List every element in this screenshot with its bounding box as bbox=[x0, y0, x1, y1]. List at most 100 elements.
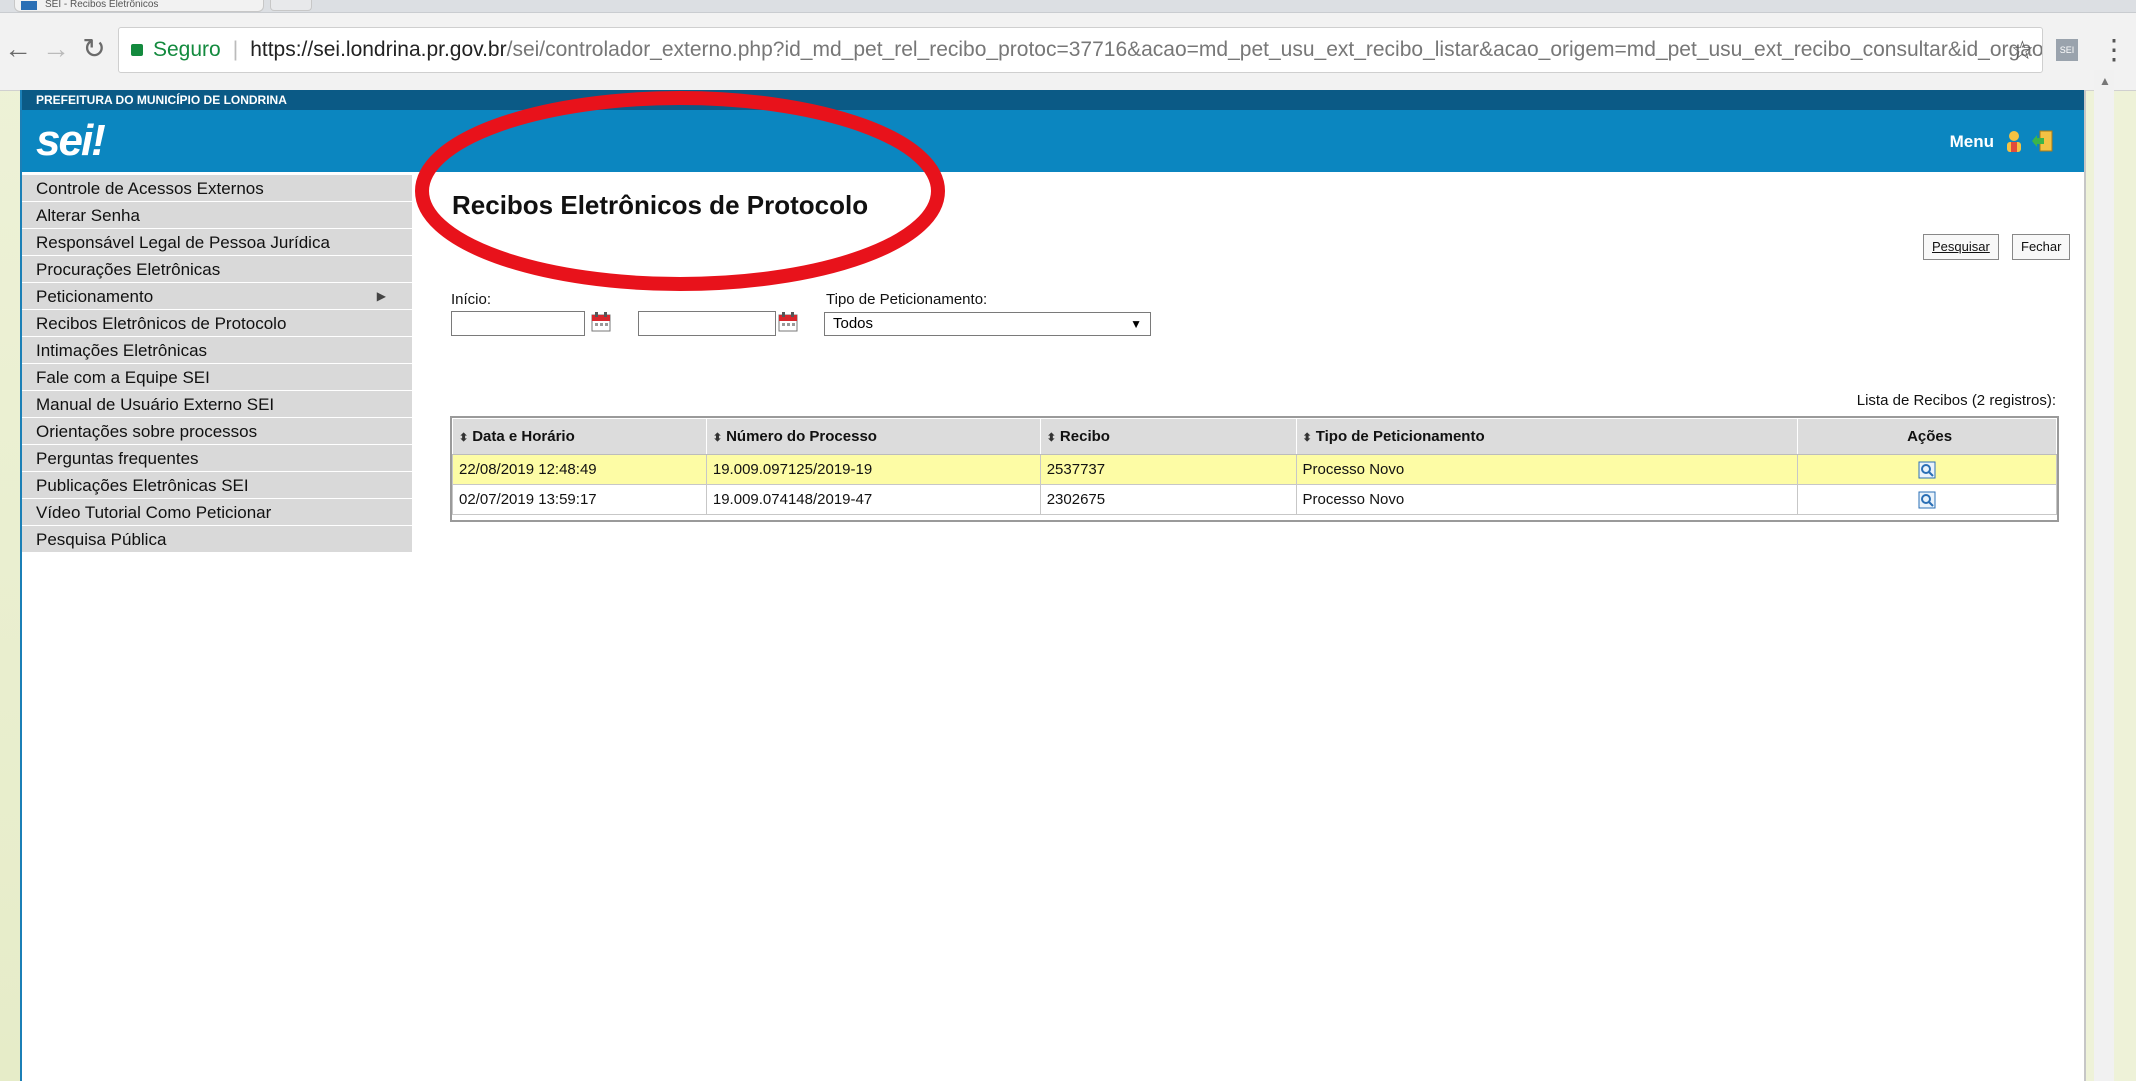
close-button-label: Fechar bbox=[2021, 239, 2062, 254]
sidebar-item-perguntas[interactable]: Perguntas frequentes bbox=[22, 445, 412, 472]
browser-tab[interactable]: SEI - Recibos Eletrônicos bbox=[14, 0, 264, 12]
table-row[interactable]: 22/08/2019 12:48:49 19.009.097125/2019-1… bbox=[452, 454, 2057, 485]
header-banner: sei! Menu bbox=[22, 110, 2084, 172]
table-header-row: ⬍ Data e Horário ⬍ Número do Processo ⬍ Rec… bbox=[452, 418, 2057, 455]
org-name: PREFEITURA DO MUNICÍPIO DE LONDRINA bbox=[22, 90, 2084, 110]
bookmark-star-icon[interactable]: ☆ bbox=[2011, 28, 2034, 72]
menu-link[interactable]: Menu bbox=[1950, 132, 1994, 152]
petition-type-value: Todos bbox=[833, 315, 874, 332]
page-background bbox=[0, 0, 20, 1081]
sidebar-item-label: Pesquisa Pública bbox=[36, 530, 167, 549]
calendar-icon[interactable] bbox=[591, 312, 611, 332]
sei-favicon-icon bbox=[21, 1, 37, 10]
scroll-up-arrow-icon[interactable]: ▲ bbox=[2099, 74, 2111, 88]
column-header-label: Número do Processo bbox=[726, 428, 877, 445]
column-header-type[interactable]: ⬍ Tipo de Peticionamento bbox=[1295, 418, 1799, 455]
lock-icon bbox=[131, 44, 143, 56]
end-date-input[interactable] bbox=[638, 311, 776, 336]
close-button[interactable]: Fechar bbox=[2012, 234, 2071, 260]
reload-icon[interactable]: ↻ bbox=[76, 31, 112, 67]
column-header-date[interactable]: ⬍ Data e Horário bbox=[452, 418, 707, 455]
search-button-label: Pesquisar bbox=[1932, 239, 1990, 254]
url-path: /sei/controlador_externo.php?id_md_pet_r… bbox=[506, 38, 2043, 61]
tab-title: SEI - Recibos Eletrônicos bbox=[45, 0, 159, 10]
column-header-process[interactable]: ⬍ Número do Processo bbox=[705, 418, 1041, 455]
sei-extension-icon[interactable]: SEI bbox=[2056, 39, 2078, 61]
sidebar-item-label: Peticionamento bbox=[36, 287, 154, 306]
sort-icon[interactable]: ⬍ bbox=[713, 432, 722, 444]
petition-type-label: Tipo de Peticionamento: bbox=[826, 291, 988, 308]
sidebar-item-procuracoes[interactable]: Procurações Eletrônicas bbox=[22, 256, 412, 283]
user-icon[interactable] bbox=[2004, 130, 2024, 152]
start-date-label: Início: bbox=[451, 291, 492, 308]
search-button[interactable]: Pesquisar bbox=[1923, 234, 1999, 260]
sidebar-item-video-tutorial[interactable]: Vídeo Tutorial Como Peticionar bbox=[22, 499, 412, 526]
sidebar-item-label: Perguntas frequentes bbox=[36, 449, 199, 468]
cell-process: 19.009.097125/2019-19 bbox=[705, 454, 1041, 485]
column-header-label: Tipo de Peticionamento bbox=[1315, 428, 1485, 445]
exit-icon[interactable] bbox=[2032, 130, 2054, 152]
cell-process: 19.009.074148/2019-47 bbox=[705, 484, 1041, 515]
receipts-table: ⬍ Data e Horário ⬍ Número do Processo ⬍ Rec… bbox=[452, 418, 2057, 515]
sidebar-item-publicacoes[interactable]: Publicações Eletrônicas SEI bbox=[22, 472, 412, 499]
separator: | bbox=[232, 38, 239, 61]
page-title: Recibos Eletrônicos de Protocolo bbox=[452, 190, 869, 220]
sidebar-item-fale-conosco[interactable]: Fale com a Equipe SEI bbox=[22, 364, 412, 391]
sidebar-item-label: Responsável Legal de Pessoa Jurídica bbox=[36, 233, 330, 252]
sidebar-item-label: Orientações sobre processos bbox=[36, 422, 258, 441]
cell-date: 22/08/2019 12:48:49 bbox=[452, 454, 707, 485]
sidebar-item-label: Alterar Senha bbox=[36, 206, 140, 225]
secure-label: Seguro bbox=[153, 38, 221, 61]
sidebar-item-manual[interactable]: Manual de Usuário Externo SEI bbox=[22, 391, 412, 418]
view-receipt-icon[interactable] bbox=[1918, 491, 1936, 509]
sidebar-item-intimacoes[interactable]: Intimações Eletrônicas bbox=[22, 337, 412, 364]
sidebar-item-label: Controle de Acessos Externos bbox=[36, 179, 264, 198]
submenu-arrow-icon: ▶ bbox=[376, 289, 386, 303]
cell-actions bbox=[1797, 454, 2057, 485]
sidebar-item-pesquisa-publica[interactable]: Pesquisa Pública bbox=[22, 526, 412, 553]
sort-icon[interactable]: ⬍ bbox=[1303, 432, 1312, 444]
sidebar-item-responsavel-legal[interactable]: Responsável Legal de Pessoa Jurídica bbox=[22, 229, 412, 256]
address-bar[interactable]: Seguro | https://sei.londrina.pr.gov.br/se… bbox=[118, 27, 2043, 73]
table-caption: Lista de Recibos (2 registros): bbox=[1856, 392, 2056, 409]
browser-menu-icon[interactable]: ⋮ bbox=[2100, 33, 2128, 66]
view-receipt-icon[interactable] bbox=[1918, 461, 1936, 479]
column-header-receipt[interactable]: ⬍ Recibo bbox=[1039, 418, 1297, 455]
page-scrollbar[interactable] bbox=[2094, 70, 2114, 1081]
sidebar-item-label: Recibos Eletrônicos de Protocolo bbox=[36, 314, 287, 333]
browser-tabstrip: SEI - Recibos Eletrônicos bbox=[0, 0, 2136, 13]
column-header-actions: Ações bbox=[1797, 418, 2057, 455]
table-row[interactable]: 02/07/2019 13:59:17 19.009.074148/2019-4… bbox=[452, 484, 2057, 515]
calendar-icon[interactable] bbox=[778, 312, 798, 332]
back-arrow-icon[interactable]: ← bbox=[0, 31, 36, 67]
sidebar-item-controle-acessos[interactable]: Controle de Acessos Externos bbox=[22, 175, 412, 202]
url-host: https://sei.londrina.pr.gov.br bbox=[250, 38, 507, 61]
forward-arrow-icon[interactable]: → bbox=[38, 31, 74, 67]
sidebar-item-peticionamento[interactable]: Peticionamento ▶ bbox=[22, 283, 412, 310]
sidebar-item-recibos[interactable]: Recibos Eletrônicos de Protocolo bbox=[22, 310, 412, 337]
chevron-down-icon: ▼ bbox=[1130, 317, 1142, 331]
sort-icon[interactable]: ⬍ bbox=[459, 432, 468, 444]
start-date-input[interactable] bbox=[451, 311, 585, 336]
cell-type: Processo Novo bbox=[1295, 484, 1799, 515]
sidebar-item-label: Fale com a Equipe SEI bbox=[36, 368, 210, 387]
cell-date: 02/07/2019 13:59:17 bbox=[452, 484, 707, 515]
sidebar-menu: Controle de Acessos Externos Alterar Sen… bbox=[22, 175, 412, 553]
sidebar-item-alterar-senha[interactable]: Alterar Senha bbox=[22, 202, 412, 229]
cell-actions bbox=[1797, 484, 2057, 515]
sort-icon[interactable]: ⬍ bbox=[1047, 432, 1056, 444]
cell-receipt: 2302675 bbox=[1039, 484, 1297, 515]
column-header-label: Ações bbox=[1907, 428, 1953, 445]
cell-type: Processo Novo bbox=[1295, 454, 1799, 485]
sidebar-item-label: Procurações Eletrônicas bbox=[36, 260, 221, 279]
new-tab-button[interactable] bbox=[270, 0, 312, 11]
cell-receipt: 2537737 bbox=[1039, 454, 1297, 485]
sidebar-item-label: Manual de Usuário Externo SEI bbox=[36, 395, 275, 414]
sidebar-item-label: Intimações Eletrônicas bbox=[36, 341, 208, 360]
petition-type-select[interactable]: Todos ▼ bbox=[824, 312, 1151, 336]
column-header-label: Data e Horário bbox=[472, 428, 575, 445]
sidebar-item-label: Vídeo Tutorial Como Peticionar bbox=[36, 503, 272, 522]
sidebar-item-orientacoes[interactable]: Orientações sobre processos bbox=[22, 418, 412, 445]
sei-logo[interactable]: sei! bbox=[36, 116, 106, 166]
column-header-label: Recibo bbox=[1059, 428, 1110, 445]
